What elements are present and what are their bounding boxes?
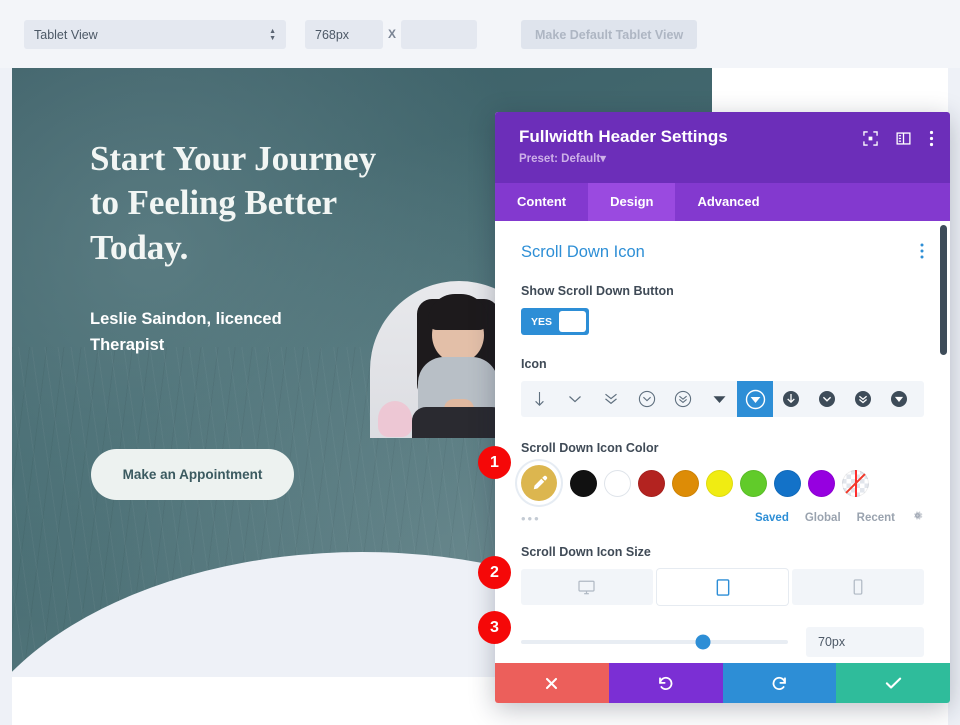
icon-picker-row	[521, 381, 924, 417]
swatch-green[interactable]	[740, 469, 767, 497]
device-phone-button[interactable]	[792, 569, 925, 605]
redo-button[interactable]	[722, 663, 837, 703]
cancel-button[interactable]	[495, 663, 609, 703]
make-an-appointment-button[interactable]: Make an Appointment	[91, 449, 294, 500]
swatch-transparent[interactable]	[842, 469, 869, 497]
swatch-blue[interactable]	[774, 469, 801, 497]
color-swatch-row	[521, 465, 924, 501]
show-scroll-down-button-label: Show Scroll Down Button	[521, 284, 674, 298]
caret-down-icon: ▾	[600, 153, 606, 165]
save-button[interactable]	[836, 663, 950, 703]
tab-design[interactable]: Design	[588, 183, 676, 221]
more-swatches-icon[interactable]: •••	[521, 511, 541, 526]
modal-tabs: Content Design Advanced	[495, 183, 950, 221]
palette-tab-global[interactable]: Global	[805, 512, 841, 524]
palette-meta-row: ••• Saved Global Recent	[521, 509, 924, 527]
icon-size-control-row	[521, 627, 924, 657]
device-tablet-button[interactable]	[656, 569, 789, 605]
circle-filled-double-chevron-down-icon[interactable]	[845, 381, 881, 417]
double-chevron-down-icon[interactable]	[593, 381, 629, 417]
preset-selector[interactable]: Preset: Default▾	[519, 151, 932, 165]
hero-subheading: Leslie Saindon, licenced Therapist	[90, 310, 282, 355]
layout-icon[interactable]	[896, 131, 911, 146]
hero-heading: Start Your Journey to Feeling Better Tod…	[90, 139, 376, 267]
icon-size-input[interactable]	[806, 627, 924, 657]
toggle-knob	[559, 311, 586, 332]
dimension-separator: X	[388, 27, 397, 41]
step-badge-1: 1	[478, 446, 511, 479]
view-mode-select[interactable]: Tablet View ▲ ▼	[24, 20, 286, 49]
circle-outline-chevron-down-icon[interactable]	[629, 381, 665, 417]
more-vertical-icon[interactable]	[929, 130, 934, 147]
circle-outline-caret-down-icon[interactable]	[737, 381, 773, 417]
circle-filled-arrow-down-icon[interactable]	[773, 381, 809, 417]
chevron-updown-icon: ▲ ▼	[269, 27, 276, 42]
modal-footer	[495, 663, 950, 703]
swatch-yellow[interactable]	[706, 469, 733, 497]
slider-track	[521, 640, 788, 644]
chevron-down-icon[interactable]	[557, 381, 593, 417]
caret-down-icon[interactable]	[701, 381, 737, 417]
palette-tab-saved[interactable]: Saved	[755, 512, 789, 524]
toggle-value: YES	[531, 315, 553, 328]
swatch-purple[interactable]	[808, 469, 835, 497]
slider-thumb[interactable]	[695, 634, 711, 650]
show-scroll-down-button-toggle[interactable]: YES	[521, 308, 589, 335]
step-badge-3: 3	[478, 611, 511, 644]
modal-body: Scroll Down Icon Show Scroll Down Button…	[495, 221, 950, 663]
preset-label: Preset: Default	[519, 153, 601, 165]
swatch-orange[interactable]	[672, 469, 699, 497]
circle-filled-caret-down-icon[interactable]	[881, 381, 917, 417]
step-badge-2: 2	[478, 556, 511, 589]
scroll-down-icon-color-label: Scroll Down Icon Color	[521, 441, 659, 455]
make-default-tablet-view-button[interactable]: Make Default Tablet View	[521, 20, 698, 49]
tab-advanced[interactable]: Advanced	[675, 183, 781, 221]
gear-icon[interactable]	[911, 509, 924, 527]
swatch-white[interactable]	[604, 469, 631, 497]
palette-tab-recent[interactable]: Recent	[857, 512, 895, 524]
color-picker-eyedropper-button[interactable]	[521, 465, 557, 501]
viewport-width-input[interactable]	[305, 20, 383, 49]
swatch-dark-red[interactable]	[638, 469, 665, 497]
section-title-scroll-down-icon: Scroll Down Icon	[521, 243, 645, 261]
undo-button[interactable]	[608, 663, 723, 703]
section-options-icon[interactable]	[920, 243, 924, 259]
scroll-down-icon-size-label: Scroll Down Icon Size	[521, 545, 651, 559]
arrow-down-icon[interactable]	[521, 381, 557, 417]
circle-filled-chevron-down-icon[interactable]	[809, 381, 845, 417]
viewport-height-input[interactable]	[401, 20, 477, 49]
modal-header: Fullwidth Header Settings Preset: Defaul…	[495, 112, 950, 183]
icon-field-label: Icon	[521, 357, 547, 371]
device-breakpoint-row	[521, 569, 925, 605]
responsive-toolbar: Tablet View ▲▼ X Make Default Tablet Vie…	[0, 0, 960, 68]
fullwidth-header-settings-modal: Fullwidth Header Settings Preset: Defaul…	[495, 112, 950, 703]
device-desktop-button[interactable]	[521, 569, 653, 605]
expand-icon[interactable]	[863, 131, 878, 146]
modal-scrollbar-thumb[interactable]	[940, 225, 947, 355]
view-mode-label: Tablet View	[34, 27, 98, 42]
swatch-black[interactable]	[570, 469, 597, 497]
icon-size-slider[interactable]	[521, 632, 788, 652]
tab-content[interactable]: Content	[495, 183, 588, 221]
circle-outline-double-chevron-down-icon[interactable]	[665, 381, 701, 417]
